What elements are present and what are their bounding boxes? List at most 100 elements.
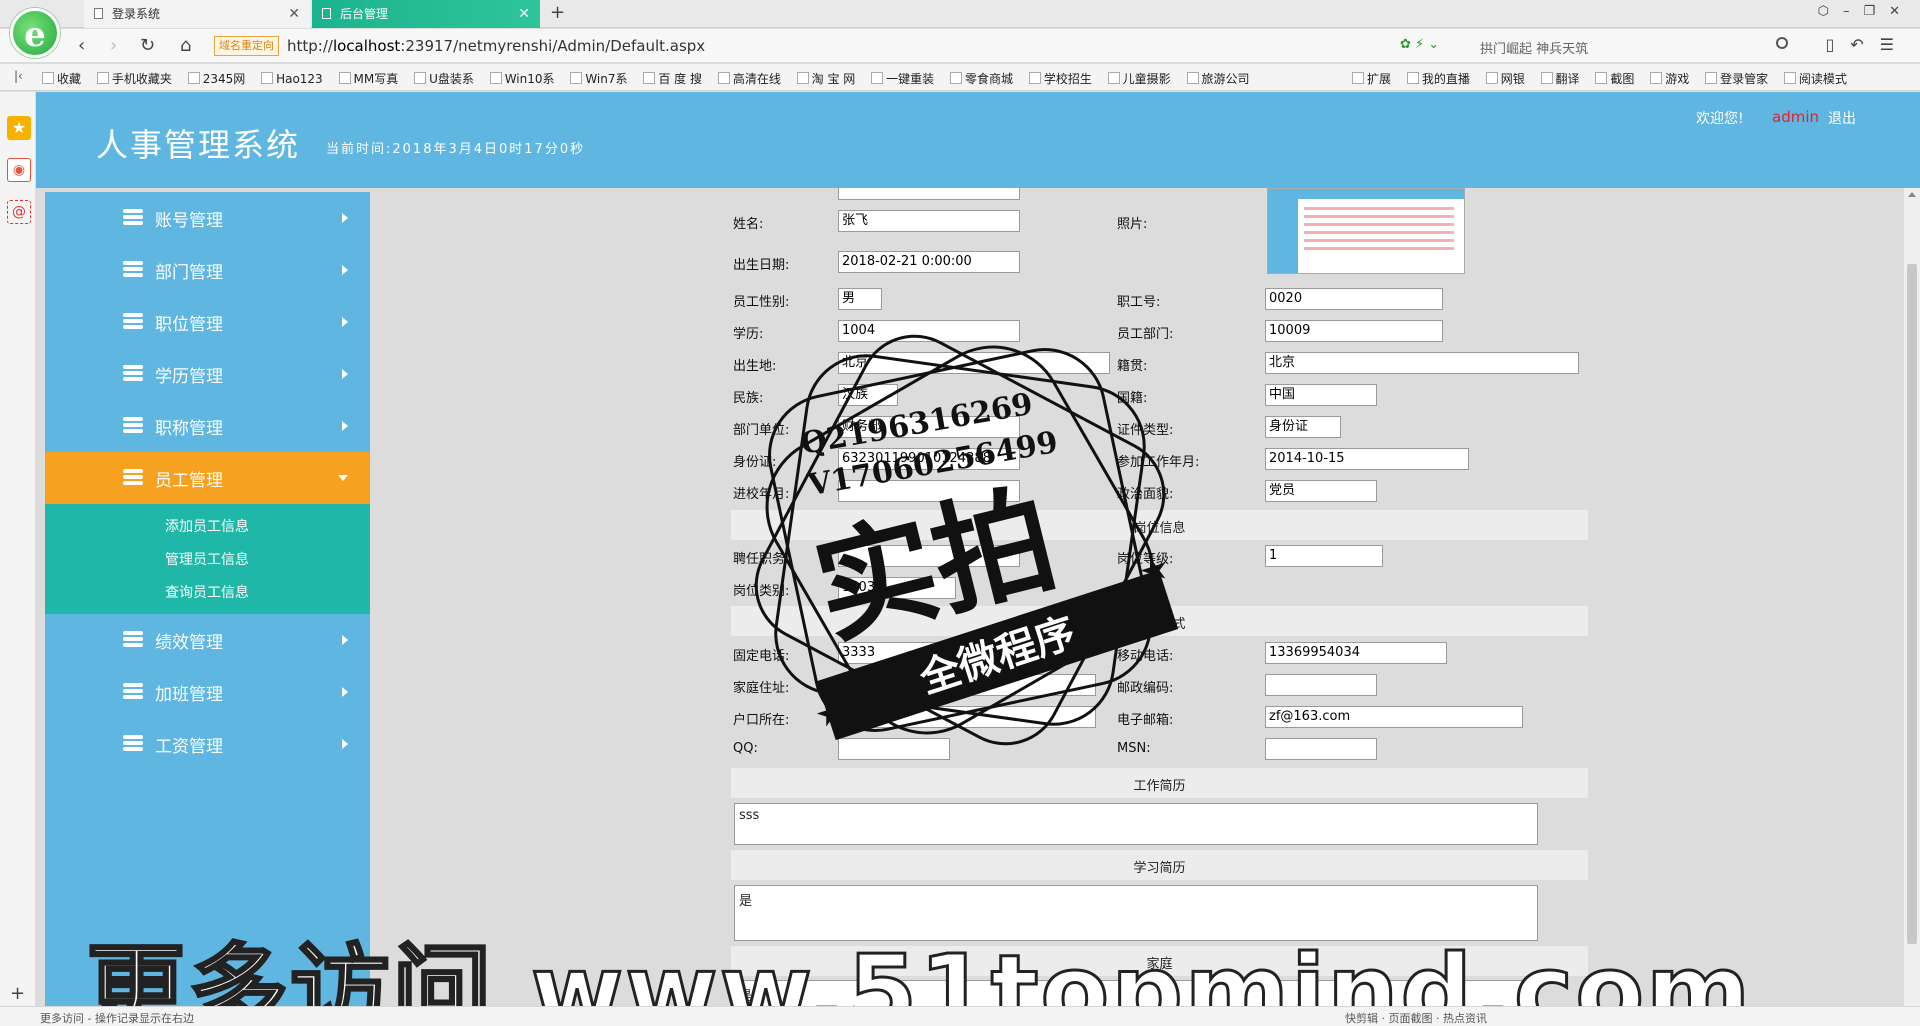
hukou-field[interactable] [838, 706, 1096, 728]
menu-item-performance[interactable]: 绩效管理 [45, 614, 370, 666]
redirect-badge[interactable]: 域名重定向 [214, 36, 279, 56]
content-scrollbar[interactable] [1904, 188, 1920, 1006]
level-field[interactable]: 1 [1265, 545, 1383, 567]
top-field[interactable] [838, 188, 1020, 200]
posttype-field[interactable]: 1003 [838, 577, 956, 599]
qq-field[interactable] [838, 738, 950, 760]
menu-item-employees[interactable]: 员工管理 [45, 452, 370, 504]
close-icon[interactable]: ✕ [518, 0, 530, 28]
search-input[interactable]: 拱门崛起 神兵天筑 [1470, 35, 1790, 57]
menu-item-overtime[interactable]: 加班管理 [45, 666, 370, 718]
window-controls[interactable]: ⬡–❐✕ [1818, 4, 1914, 19]
bookmark-item[interactable]: 手机收藏夹 [97, 72, 172, 86]
name-field[interactable]: 张飞 [838, 210, 1020, 232]
new-tab-button[interactable]: + [550, 2, 565, 23]
scroll-up-icon[interactable] [1908, 192, 1916, 197]
bookmark-item[interactable]: 高清在线 [718, 72, 781, 86]
collapse-icon[interactable]: |‹ [14, 69, 23, 83]
menu-item-departments[interactable]: 部门管理 [45, 244, 370, 296]
add-icon[interactable]: + [10, 983, 25, 1004]
extension-item[interactable]: 登录管家 [1705, 72, 1768, 86]
extension-item[interactable]: 我的直播 [1407, 72, 1470, 86]
security-icon[interactable]: ✿ ⚡ ⌄ [1400, 37, 1439, 52]
extension-item[interactable]: 网银 [1486, 72, 1525, 86]
forward-icon[interactable]: › [110, 35, 117, 56]
bookmark-item[interactable]: U盘装系 [414, 72, 474, 86]
submenu-manage-employee[interactable]: 管理员工信息 [165, 549, 249, 569]
employee-photo[interactable] [1267, 188, 1465, 274]
workdate-field[interactable]: 2014-10-15 [1265, 448, 1469, 470]
menu-item-education[interactable]: 学历管理 [45, 348, 370, 400]
mail-icon[interactable]: @ [7, 200, 31, 224]
home-icon[interactable]: ⌂ [180, 35, 191, 56]
toolbar-icons[interactable]: ▯↶☰ [1825, 35, 1910, 54]
extension-item[interactable]: 翻译 [1541, 72, 1580, 86]
native-field[interactable]: 北京 [1265, 352, 1579, 374]
weibo-icon[interactable]: ◉ [7, 158, 31, 182]
submenu-add-employee[interactable]: 添加员工信息 [165, 516, 249, 536]
extension-item[interactable]: 游戏 [1650, 72, 1689, 86]
bookmark-item[interactable]: 百 度 搜 [643, 72, 702, 86]
tab-login[interactable]: 登录系统 ✕ [84, 0, 310, 28]
bookmark-item[interactable]: 一键重装 [871, 72, 934, 86]
reload-icon[interactable]: ↻ [140, 35, 155, 56]
hire-field[interactable] [838, 545, 1020, 567]
unit-field[interactable]: 财务部 [838, 416, 1020, 438]
menu-item-salary[interactable]: 工资管理 [45, 718, 370, 770]
birthplace-field[interactable]: 北京 [838, 352, 1110, 374]
extension-item[interactable]: 扩展 [1352, 72, 1391, 86]
submenu-query-employee[interactable]: 查询员工信息 [165, 582, 249, 602]
bookmark-item[interactable]: Hao123 [261, 72, 323, 86]
menu-label: 职称管理 [155, 419, 223, 439]
political-field[interactable]: 党员 [1265, 480, 1377, 502]
close-icon[interactable]: ✕ [288, 0, 300, 28]
menu-item-titles[interactable]: 职称管理 [45, 400, 370, 452]
bookmark-item[interactable]: 学校招生 [1029, 72, 1092, 86]
bookmark-item[interactable]: 淘 宝 网 [797, 72, 856, 86]
empno-label: 职工号: [1117, 295, 1161, 310]
scroll-thumb[interactable] [1907, 264, 1917, 944]
birth-field[interactable]: 2018-02-21 0:00:00 [838, 251, 1020, 273]
empno-field[interactable]: 0020 [1265, 288, 1443, 310]
phone-field[interactable]: 3333 [838, 642, 1020, 664]
tab-admin[interactable]: 后台管理 ✕ [312, 0, 540, 28]
menu-item-accounts[interactable]: 账号管理 [45, 192, 370, 244]
joindate-field[interactable] [838, 480, 1020, 502]
bookmark-item[interactable]: 儿童摄影 [1108, 72, 1171, 86]
photo-label: 照片: [1117, 217, 1148, 232]
msn-field[interactable] [1265, 738, 1377, 760]
status-right[interactable]: 快剪辑 · 页面截图 · 热点资讯 [1345, 1010, 1487, 1026]
bookmark-item[interactable]: 收藏 [42, 72, 81, 86]
bookmark-item[interactable]: 2345网 [188, 72, 246, 86]
work-history-textarea[interactable]: sss [734, 803, 1538, 845]
idtype-field[interactable]: 身份证 [1265, 416, 1341, 438]
menu-item-positions[interactable]: 职位管理 [45, 296, 370, 348]
url-field[interactable]: http://localhost:23917/netmyrenshi/Admin… [287, 37, 705, 55]
bookmark-item[interactable]: 旅游公司 [1187, 72, 1250, 86]
logout-link[interactable]: 退出 [1828, 108, 1856, 128]
hukou-label: 户口所在: [733, 713, 790, 728]
user-link[interactable]: admin [1772, 108, 1819, 126]
bookmark-item[interactable]: MM写真 [339, 72, 399, 86]
zip-field[interactable] [1265, 674, 1377, 696]
idcard-field[interactable]: 632301199010124388 [838, 448, 1020, 470]
search-icon[interactable] [1776, 37, 1788, 49]
gender-label: 员工性别: [733, 295, 790, 310]
bookmark-item[interactable]: Win7系 [570, 72, 627, 86]
bookmark-item[interactable]: Win10系 [490, 72, 555, 86]
mobile-field[interactable]: 13369954034 [1265, 642, 1447, 664]
extension-item[interactable]: 截图 [1595, 72, 1634, 86]
email-field[interactable]: zf@163.com [1265, 706, 1523, 728]
dept-field[interactable]: 10009 [1265, 320, 1443, 342]
nationality-field[interactable]: 中国 [1265, 384, 1377, 406]
nation-field[interactable]: 汉族 [838, 384, 898, 406]
star-icon[interactable]: ★ [7, 116, 31, 140]
extension-item[interactable]: 阅读模式 [1784, 72, 1847, 86]
gender-field[interactable]: 男 [838, 288, 882, 310]
back-icon[interactable]: ‹ [78, 35, 85, 56]
address-field[interactable]: 北 [838, 674, 1096, 696]
chevron-right-icon [342, 421, 348, 431]
edu-field[interactable]: 1004 [838, 320, 1020, 342]
bookmark-item[interactable]: 零食商城 [950, 72, 1013, 86]
menu-label: 工资管理 [155, 737, 223, 757]
